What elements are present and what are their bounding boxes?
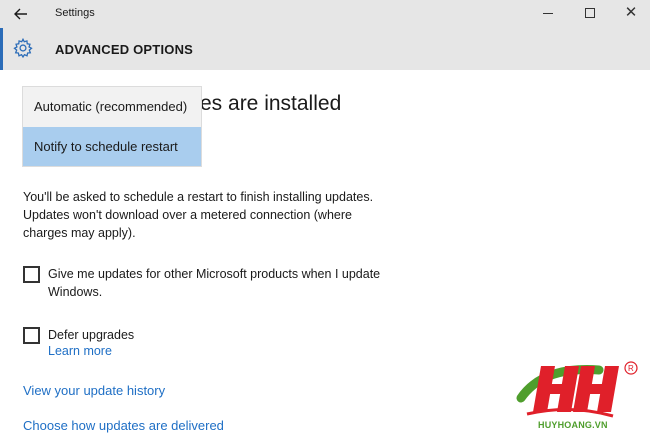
close-button[interactable]: ✕: [624, 5, 638, 21]
microsoft-products-label: Give me updates for other Microsoft prod…: [48, 265, 380, 301]
defer-upgrades-checkbox[interactable]: [23, 327, 40, 344]
checkbox-label-line: Windows.: [48, 285, 103, 299]
defer-upgrades-label: Defer upgrades: [48, 328, 135, 342]
title-bar: Settings ✕: [0, 0, 650, 28]
install-mode-dropdown[interactable]: Automatic (recommended) Notify to schedu…: [23, 87, 201, 166]
section-heading: es are installed: [200, 92, 342, 115]
watermark-text: HUYHOANG.VN: [538, 420, 608, 430]
update-delivery-link[interactable]: Choose how updates are delivered: [23, 418, 224, 433]
description-line: You'll be asked to schedule a restart to…: [23, 190, 374, 204]
minimize-button[interactable]: [543, 13, 553, 14]
checkbox-label-line: Give me updates for other Microsoft prod…: [48, 267, 381, 281]
description-line: charges may apply).: [23, 226, 136, 240]
microsoft-products-checkbox[interactable]: [23, 266, 40, 283]
dropdown-option-automatic[interactable]: Automatic (recommended): [23, 87, 201, 126]
page-title: ADVANCED OPTIONS: [55, 42, 194, 57]
update-history-link[interactable]: View your update history: [23, 383, 165, 398]
learn-more-link[interactable]: Learn more: [48, 344, 112, 358]
dropdown-option-notify-restart[interactable]: Notify to schedule restart: [23, 127, 201, 166]
page-header: ADVANCED OPTIONS: [0, 28, 650, 70]
svg-text:R: R: [628, 364, 634, 373]
arrow-left-icon: [14, 8, 27, 20]
defer-upgrades-option: Defer upgrades: [23, 326, 134, 344]
gear-icon: [12, 37, 34, 59]
description-text: You'll be asked to schedule a restart to…: [23, 188, 408, 242]
maximize-button[interactable]: [585, 8, 595, 18]
window-title: Settings: [55, 7, 95, 19]
microsoft-products-option: Give me updates for other Microsoft prod…: [23, 265, 380, 301]
accent-edge: [0, 28, 3, 70]
description-line: Updates won't download over a metered co…: [23, 208, 352, 222]
back-button[interactable]: [10, 4, 34, 24]
